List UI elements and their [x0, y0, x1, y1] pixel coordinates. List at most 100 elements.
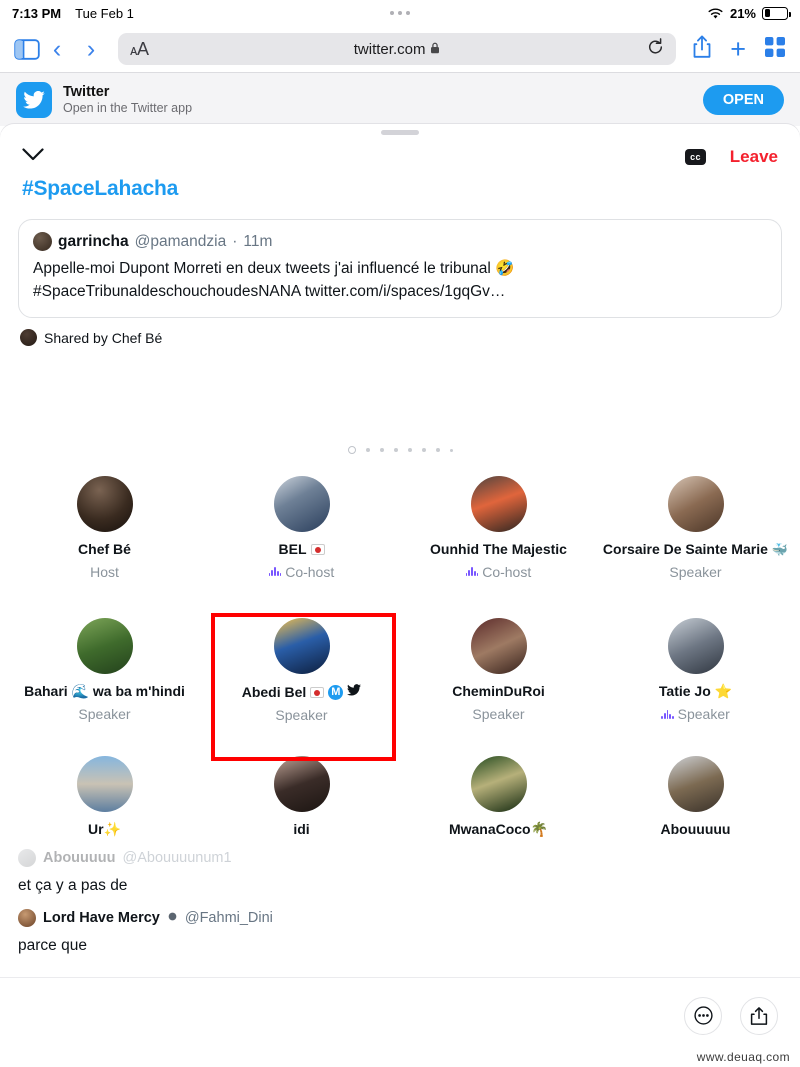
participant-name: Chef Bé — [78, 541, 131, 557]
avatar — [667, 476, 724, 532]
speaking-indicator-icon — [268, 567, 282, 577]
avatar — [18, 909, 36, 927]
chevron-left-icon[interactable]: ‹ — [40, 36, 74, 62]
open-in-app-button[interactable]: OPEN — [702, 84, 784, 115]
space-sheet: cc Leave #SpaceLahacha garrincha @pamand… — [0, 124, 800, 1067]
participant-role: Co-host — [465, 564, 531, 581]
multitask-handle-icon[interactable] — [390, 11, 410, 15]
participant-card[interactable]: BEL Co-host — [203, 470, 400, 590]
tweet-author-row: garrincha @pamandzia · 11m — [33, 232, 767, 251]
safari-right-actions: + — [686, 35, 786, 64]
smart-app-banner[interactable]: Twitter Open in the Twitter app OPEN — [0, 72, 800, 126]
page-dot — [421, 448, 426, 452]
tweet-body-line-1: Appelle-moi Dupont Morreti en deux tweet… — [33, 260, 515, 277]
plus-icon[interactable]: + — [730, 35, 746, 63]
transcript-line: Abouuuuu @Abouuuunum1 et ça y a pas de — [18, 849, 782, 895]
participant-card[interactable]: Abedi Bel M Speaker — [203, 606, 400, 733]
whale-emoji-icon: 🐳 — [771, 542, 789, 558]
watermark: www.deuaq.com — [696, 1050, 790, 1064]
participant-card[interactable]: MwanaCoco🌴 — [400, 750, 597, 849]
participant-role: Speaker — [472, 705, 525, 722]
chevron-right-icon[interactable]: › — [74, 36, 108, 62]
url-text-group: twitter.com — [118, 41, 676, 58]
tweet-separator: · — [232, 232, 238, 250]
avatar — [667, 755, 724, 812]
page-dot — [393, 448, 398, 452]
avatar — [470, 755, 527, 812]
transcript-author-row: Lord Have Mercy @Fahmi_Dini — [18, 909, 782, 927]
participant-card[interactable]: CheminDuRoi Speaker — [400, 606, 597, 733]
address-bar[interactable]: ᴀA twitter.com — [118, 33, 677, 65]
participant-card[interactable]: Corsaire De Sainte Marie 🐳 Speaker — [597, 470, 794, 590]
avatar — [470, 476, 527, 532]
ipad-safari-screen: 7:13 PM Tue Feb 1 21% ‹ › ᴀA twitter.com — [0, 0, 800, 1067]
flag-badge-icon — [310, 544, 325, 556]
leave-button[interactable]: Leave — [730, 147, 778, 167]
safari-toolbar: ‹ › ᴀA twitter.com + — [0, 26, 800, 72]
speaking-indicator-icon — [661, 709, 674, 719]
participant-card[interactable]: Abouuuuu — [597, 750, 794, 849]
transcript-author-handle: @Fahmi_Dini — [184, 910, 273, 926]
participant-card[interactable]: idi — [203, 750, 400, 849]
status-time: 7:13 PM — [12, 5, 62, 21]
participants-grid-row-2: Bahari 🌊 wa ba m'hindi Speaker Abedi Bel M S… — [0, 606, 800, 733]
lock-icon — [430, 41, 440, 58]
page-indicator[interactable] — [0, 446, 800, 454]
page-dot — [379, 448, 384, 452]
chevron-down-icon[interactable] — [22, 148, 44, 166]
avatar — [273, 618, 330, 675]
status-date: Tue Feb 1 — [75, 5, 134, 21]
transcript-text: parce que — [18, 937, 87, 954]
page-dot — [435, 448, 440, 452]
shared-tweet-card[interactable]: garrincha @pamandzia · 11m Appelle-moi D… — [18, 219, 782, 318]
share-up-icon[interactable] — [740, 996, 778, 1035]
ios-status-bar: 7:13 PM Tue Feb 1 21% — [0, 0, 800, 26]
transcript-author-name: Abouuuuu — [43, 850, 116, 866]
space-bottom-bar — [0, 977, 800, 1067]
participant-role: Speaker — [78, 705, 131, 722]
participant-name: Corsaire De Sainte Marie 🐳 — [602, 541, 789, 558]
transcript-text: et ça y a pas de — [18, 877, 128, 894]
avatar — [470, 618, 527, 675]
participant-card[interactable]: Chef Bé Host — [6, 470, 203, 590]
space-header: cc Leave — [0, 135, 800, 167]
avatar — [273, 755, 330, 812]
tweet-author-name: garrincha — [58, 232, 129, 250]
tweet-timestamp: 11m — [243, 232, 273, 250]
participant-name: Bahari 🌊 wa ba m'hindi — [24, 683, 185, 700]
transcript-area: Abouuuuu @Abouuuunum1 et ça y a pas de Lord… — [0, 849, 800, 969]
participant-name: Abouuuuu — [660, 820, 731, 837]
avatar — [33, 232, 52, 251]
sidebar-icon[interactable] — [14, 38, 40, 60]
participant-role: Speaker — [275, 706, 328, 723]
shared-by-row: Shared by Chef Bé — [20, 329, 780, 346]
participant-card[interactable]: Ur✨ — [6, 750, 203, 849]
participant-card[interactable]: Ounhid The Majestic Co-host — [400, 470, 597, 590]
space-header-actions: cc Leave — [685, 147, 778, 167]
tab-overview-icon[interactable] — [764, 36, 786, 63]
participant-role: Host — [90, 563, 119, 580]
tweet-body-line-2: #SpaceTribunaldeschouchoudesNANA twitter… — [33, 283, 506, 300]
more-circle-icon[interactable] — [684, 996, 722, 1035]
avatar — [76, 476, 133, 532]
transcript-line: Lord Have Mercy @Fahmi_Diniparce que — [18, 909, 782, 955]
battery-icon — [762, 6, 791, 20]
flag-badge-icon — [310, 687, 325, 699]
participant-name: Ur✨ — [88, 820, 121, 837]
twitter-bird-icon — [16, 81, 52, 118]
verified-icon — [167, 910, 178, 926]
status-right-cluster: 21% — [707, 6, 791, 21]
transcript-author-row: Abouuuuu @Abouuuunum1 — [18, 849, 782, 867]
participant-name: MwanaCoco🌴 — [448, 820, 549, 837]
share-icon[interactable] — [692, 35, 712, 64]
participant-role: Speaker — [661, 706, 730, 723]
participant-card[interactable]: Bahari 🌊 wa ba m'hindi Speaker — [6, 606, 203, 733]
captions-badge[interactable]: cc — [685, 149, 706, 165]
avatar — [20, 329, 37, 346]
participant-card[interactable]: Tatie Jo ⭐ Speaker — [597, 606, 794, 733]
twitter-badge-icon — [347, 683, 362, 702]
tweet-author-handle: @pamandzia — [134, 232, 227, 250]
participant-name: BEL — [279, 541, 325, 559]
participant-name: Tatie Jo ⭐ — [658, 683, 733, 700]
participant-name: Ounhid The Majestic — [430, 541, 567, 557]
